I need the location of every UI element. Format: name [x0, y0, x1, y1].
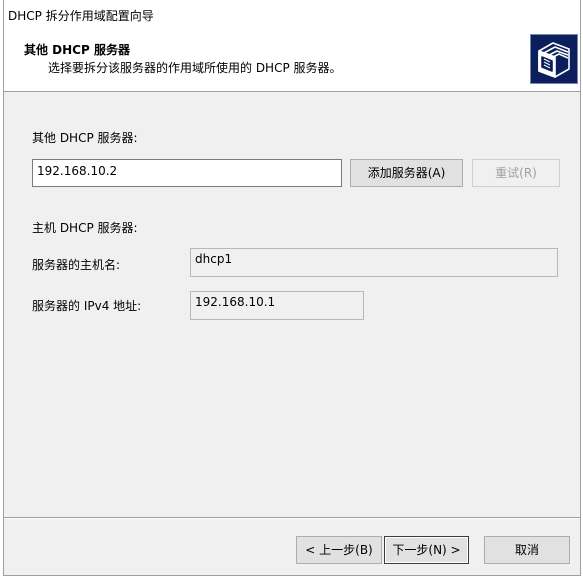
next-button[interactable]: 下一步(N) > [384, 536, 469, 564]
page-title: 其他 DHCP 服务器 [24, 43, 130, 57]
reset-button[interactable]: 重试(R) [472, 159, 560, 187]
ipv4-field: 192.168.10.1 [190, 291, 364, 320]
back-button[interactable]: < 上一步(B) [296, 536, 382, 564]
wizard-folders-icon [530, 34, 578, 84]
cancel-button[interactable]: 取消 [484, 536, 570, 564]
page-subtitle: 选择要拆分该服务器的作用域所使用的 DHCP 服务器。 [48, 61, 342, 75]
wizard-header: 其他 DHCP 服务器 选择要拆分该服务器的作用域所使用的 DHCP 服务器。 [4, 31, 580, 92]
footer-divider-highlight [4, 518, 580, 519]
add-server-button[interactable]: 添加服务器(A) [350, 159, 463, 187]
window-border-left [3, 0, 4, 579]
other-server-input[interactable]: 192.168.10.2 [32, 159, 342, 187]
host-name-field: dhcp1 [190, 248, 558, 277]
host-server-section-label: 主机 DHCP 服务器: [32, 221, 138, 235]
other-server-label: 其他 DHCP 服务器: [32, 131, 138, 145]
window-title: DHCP 拆分作用域配置向导 [8, 9, 154, 23]
ipv4-label: 服务器的 IPv4 地址: [32, 299, 142, 313]
host-name-label: 服务器的主机名: [32, 258, 121, 272]
wizard-window: DHCP 拆分作用域配置向导 其他 DHCP 服务器 选择要拆分该服务器的作用域… [0, 0, 583, 579]
title-bar: DHCP 拆分作用域配置向导 [0, 0, 583, 31]
